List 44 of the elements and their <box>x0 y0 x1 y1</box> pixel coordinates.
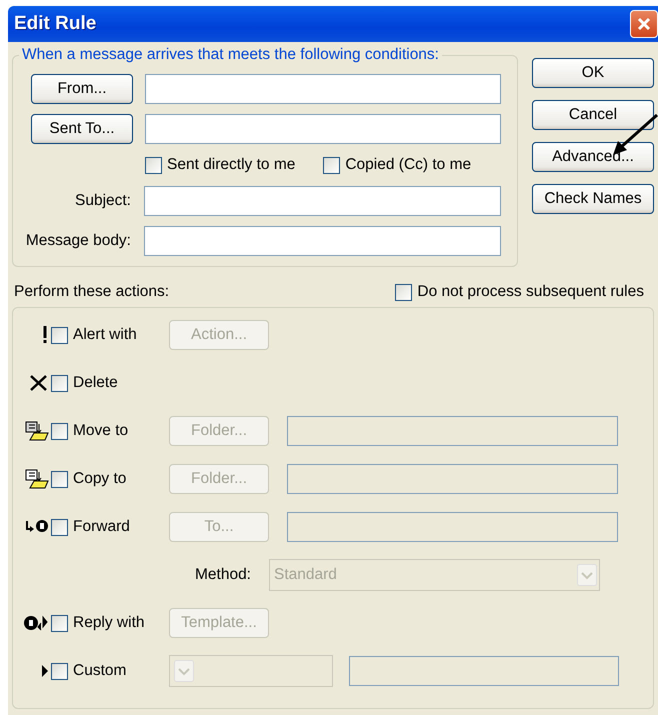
action-label: Delete <box>73 374 118 392</box>
field-label: Method: <box>194 566 252 584</box>
close-icon <box>636 16 652 32</box>
dialog-button[interactable]: OK <box>532 58 654 88</box>
input-field[interactable] <box>144 226 501 256</box>
checkbox-label: Do not process subsequent rules <box>417 283 644 301</box>
address-button[interactable]: Sent To... <box>31 114 133 144</box>
window-title: Edit Rule <box>14 13 96 35</box>
close-button[interactable] <box>630 10 658 38</box>
checkbox[interactable] <box>51 518 68 536</box>
checkbox[interactable] <box>323 156 340 174</box>
checkbox[interactable] <box>51 422 68 440</box>
reply-person-icon <box>23 613 49 633</box>
input-field[interactable] <box>145 74 501 104</box>
folder-icon <box>25 421 49 441</box>
dialog-button[interactable]: Check Names <box>532 184 654 214</box>
checkbox-label: Copied (Cc) to me <box>345 156 472 174</box>
expand-triangle-icon[interactable] <box>41 664 49 678</box>
action-label: Reply with <box>73 614 144 632</box>
checkbox[interactable] <box>145 156 162 174</box>
folder-icon <box>25 469 49 489</box>
checkbox[interactable] <box>51 470 68 488</box>
dialog-button[interactable]: Cancel <box>532 100 654 130</box>
dialog-button[interactable]: Advanced... <box>532 142 654 172</box>
checkbox[interactable] <box>51 326 68 344</box>
group-legend: When a message arrives that meets the following conditions: <box>19 46 442 64</box>
address-button[interactable]: From... <box>31 74 133 104</box>
checkbox[interactable] <box>51 374 68 392</box>
action-label: Custom <box>73 662 126 680</box>
checkbox[interactable] <box>395 284 412 300</box>
action-label: Copy to <box>73 470 126 488</box>
checkbox[interactable] <box>51 662 68 680</box>
action-label: Move to <box>73 422 128 440</box>
section-label: Perform these actions: <box>14 283 170 301</box>
action-label: Forward <box>73 518 130 536</box>
action-label: Alert with <box>73 326 137 344</box>
exclamation-icon <box>41 326 49 344</box>
field-label: Subject: <box>74 192 131 210</box>
input-field[interactable] <box>144 186 501 216</box>
field-label: Message body: <box>24 232 131 250</box>
delete-x-icon <box>29 374 49 392</box>
checkbox[interactable] <box>51 614 68 632</box>
input-field[interactable] <box>145 114 501 144</box>
checkbox-label: Sent directly to me <box>167 156 296 174</box>
